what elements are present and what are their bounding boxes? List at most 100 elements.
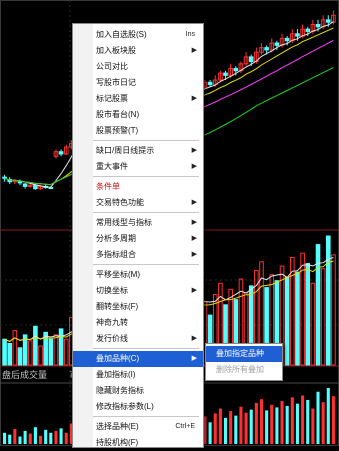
volume-bar <box>305 263 311 366</box>
indicator-bar <box>23 430 27 444</box>
panel-label-volume: 盘后成交量 <box>2 370 48 380</box>
candle-body <box>295 33 300 37</box>
menu-item-label: 条件单 <box>96 182 120 191</box>
menu-item-label: 股票预警(T) <box>96 126 139 135</box>
context-menu: 加入自选股(S) Ins 加入板块股 ▶ 公司对比写股市日记标记股票 ▶ 股市看台(N) 股票… <box>72 23 204 448</box>
menu-item-13[interactable]: 多指标组合 ▶ <box>73 247 203 263</box>
menu-item-22[interactable]: 修改指标参数(L) <box>73 399 203 415</box>
menu-item-2[interactable]: 公司对比 <box>73 59 203 75</box>
menu-item-label: 缺口/周日线提示 <box>96 146 155 155</box>
menu-item-19[interactable]: 叠加品种(C) ▶ <box>73 351 203 367</box>
volume-bar <box>325 235 331 366</box>
candle-body <box>207 81 213 86</box>
volume-bar <box>284 276 290 366</box>
indicator-bar <box>213 413 217 444</box>
menu-item-label: 常用线型与指标 <box>96 218 152 227</box>
menu-item-5[interactable]: 股市看台(N) <box>73 107 203 123</box>
menu-item-label: 神奇九转 <box>96 318 128 327</box>
indicator-bar <box>59 428 63 444</box>
menu-item-21[interactable]: 隐藏财务指标 <box>73 383 203 399</box>
indicator-bar <box>331 396 335 444</box>
menu-item-label: 叠加品种(C) <box>96 354 140 363</box>
indicator-bar <box>49 432 53 444</box>
candle-body <box>325 19 331 23</box>
submenu-item-remove-overlays[interactable]: 删除所有叠加 <box>206 362 282 378</box>
candle-body <box>22 183 28 187</box>
candle-body <box>2 176 7 179</box>
indicator-bar <box>311 408 315 444</box>
submenu-arrow-icon: ▶ <box>191 235 197 242</box>
submenu-arrow-icon: ▶ <box>191 251 197 258</box>
indicator-bar <box>306 399 310 444</box>
menu-separator <box>93 264 199 265</box>
submenu-arrow-icon: ▶ <box>191 47 197 54</box>
menu-item-label: 写股市日记 <box>96 78 136 87</box>
menu-item-label: 加入自选股(S) <box>96 30 147 39</box>
menu-item-3[interactable]: 写股市日记 <box>73 75 203 91</box>
submenu-arrow-icon: ▶ <box>191 287 197 294</box>
submenu-arrow-icon: ▶ <box>191 199 197 206</box>
menu-item-7[interactable]: 缺口/周日线提示 ▶ <box>73 143 203 159</box>
indicator-bar <box>321 402 325 444</box>
indicator-bar <box>249 409 253 444</box>
submenu-item-add-overlay[interactable]: 叠加指定品种 <box>206 346 282 362</box>
menu-item-15[interactable]: 切换坐标 ▶ <box>73 283 203 299</box>
menu-item-label: 股市看台(N) <box>96 110 140 119</box>
indicator-bar <box>270 404 274 444</box>
menu-item-20[interactable]: 叠加指标(I) <box>73 367 203 383</box>
menu-item-label: 平移坐标(M) <box>96 270 140 279</box>
indicator-bar <box>280 401 284 444</box>
menu-item-14[interactable]: 平移坐标(M) <box>73 267 203 283</box>
menu-item-0[interactable]: 加入自选股(S) Ins <box>73 27 203 43</box>
volume-bar <box>63 338 69 366</box>
menu-item-18[interactable]: 发行价线 ▶ <box>73 331 203 347</box>
indicator-bar <box>3 432 7 444</box>
indicator-bar <box>33 427 37 444</box>
menu-item-17[interactable]: 神奇九转 <box>73 315 203 331</box>
menu-separator <box>93 416 199 417</box>
menu-item-10[interactable]: 交易特色功能 ▶ <box>73 195 203 211</box>
volume-bar <box>12 330 18 366</box>
volume-bar <box>310 282 316 366</box>
indicator-bar <box>8 434 12 444</box>
menu-item-8[interactable]: 重大事件 ▶ <box>73 159 203 175</box>
indicator-bar <box>64 432 68 444</box>
indicator-bar <box>38 435 43 444</box>
overlay-submenu: 叠加指定品种 删除所有叠加 <box>205 343 283 381</box>
submenu-arrow-icon: ▶ <box>191 219 197 226</box>
candle-body <box>58 151 64 155</box>
indicator-bar <box>239 406 243 444</box>
menu-item-24[interactable]: 持股机构(F) <box>73 435 203 451</box>
volume-bar <box>58 328 64 366</box>
menu-item-1[interactable]: 加入板块股 ▶ <box>73 43 203 59</box>
submenu-arrow-icon: ▶ <box>191 163 197 170</box>
menu-item-label: 分析多周期 <box>96 234 136 243</box>
menu-item-label: 公司对比 <box>96 62 128 71</box>
volume-bar <box>53 334 59 366</box>
candle-body <box>233 67 239 72</box>
indicator-bar <box>326 388 330 444</box>
candle-body <box>305 28 311 32</box>
menu-item-4[interactable]: 标记股票 ▶ <box>73 91 203 107</box>
menu-separator <box>93 176 199 177</box>
candle-body <box>284 37 290 42</box>
volume-bar <box>27 340 33 366</box>
candle-body <box>274 42 280 46</box>
menu-separator <box>93 212 199 213</box>
indicator-bar <box>316 391 320 444</box>
menu-item-12[interactable]: 分析多周期 ▶ <box>73 231 203 247</box>
menu-item-11[interactable]: 常用线型与指标 ▶ <box>73 215 203 231</box>
menu-item-9[interactable]: 条件单 <box>73 179 203 195</box>
indicator-bar <box>254 402 258 444</box>
menu-item-label: 修改指标参数(L) <box>96 402 154 411</box>
menu-item-23[interactable]: 选择品种(E) Ctrl+E <box>73 419 203 435</box>
volume-bar <box>320 268 326 366</box>
indicator-bar <box>259 399 264 444</box>
menu-item-6[interactable]: 股票预警(T) <box>73 123 203 139</box>
indicator-bar <box>13 429 17 444</box>
menu-separator <box>93 348 199 349</box>
menu-item-16[interactable]: 翻转坐标(F) <box>73 299 203 315</box>
menu-item-label: 隐藏财务指标 <box>96 386 144 395</box>
candle-body <box>264 47 269 51</box>
menu-item-label: 交易特色功能 <box>96 198 144 207</box>
